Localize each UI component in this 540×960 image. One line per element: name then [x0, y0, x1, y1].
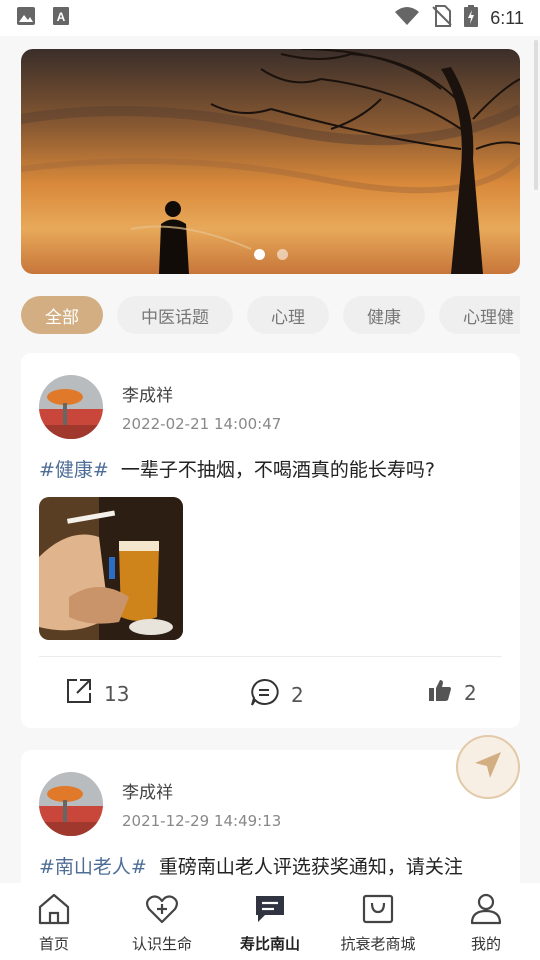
banner-carousel[interactable]: [21, 49, 520, 274]
carousel-dot[interactable]: [276, 249, 288, 260]
nav-label: 抗衰老商城: [340, 935, 416, 953]
tab-health[interactable]: 健康: [343, 296, 425, 334]
like-button[interactable]: 2: [428, 678, 477, 707]
topic-tag[interactable]: #健康#: [39, 459, 109, 481]
post-content[interactable]: #健康# 一辈子不抽烟，不喝酒真的能长寿吗?: [39, 455, 435, 482]
shopping-bag-icon: [361, 893, 395, 929]
bottom-nav: 首页 认识生命 寿比南山 抗衰老商城 我的: [0, 883, 540, 960]
navigation-arrow-icon: [473, 750, 503, 784]
avatar[interactable]: [39, 772, 103, 836]
image-icon: [16, 6, 36, 30]
author-name[interactable]: 李成祥: [122, 381, 173, 406]
svg-text:A: A: [57, 10, 66, 24]
post-content[interactable]: #南山老人# 重磅南山老人评选获奖通知，请关注: [39, 852, 463, 879]
nav-label: 首页: [38, 935, 69, 953]
author-name[interactable]: 李成祥: [122, 778, 173, 803]
user-icon: [469, 893, 503, 929]
post-title: 一辈子不抽烟，不喝酒真的能长寿吗?: [120, 459, 435, 481]
comment-button[interactable]: 2: [249, 678, 304, 711]
battery-charging-icon: [464, 5, 479, 31]
post-image[interactable]: [39, 497, 183, 640]
like-count: 2: [464, 680, 477, 705]
nav-label: 认识生命: [131, 935, 192, 953]
tab-mental-health[interactable]: 心理健: [439, 296, 520, 334]
post-title: 重磅南山老人评选获奖通知，请关注: [158, 856, 463, 878]
tab-psychology[interactable]: 心理: [247, 296, 329, 334]
share-count: 13: [104, 681, 130, 706]
comment-count: 2: [291, 682, 304, 707]
share-icon: [66, 678, 92, 709]
a-icon: A: [52, 6, 70, 30]
category-tabs: 全部 中医话题 心理 健康 心理健: [21, 296, 520, 334]
nav-mine[interactable]: 我的: [436, 893, 536, 954]
banner-image: [21, 49, 520, 274]
home-icon: [37, 893, 71, 929]
tab-all[interactable]: 全部: [21, 296, 103, 334]
status-time: 6:11: [490, 7, 524, 28]
topic-tag[interactable]: #南山老人#: [39, 856, 147, 878]
no-sim-icon: [432, 5, 453, 31]
scrollbar[interactable]: [534, 40, 538, 190]
heart-plus-icon: [145, 893, 179, 929]
comment-icon: [249, 678, 279, 711]
nav-know-life[interactable]: 认识生命: [112, 893, 212, 954]
post-time: 2022-02-21 14:00:47: [122, 415, 282, 433]
share-button[interactable]: 13: [66, 678, 129, 709]
nav-label: 我的: [470, 935, 501, 953]
post-time: 2021-12-29 14:49:13: [122, 812, 282, 830]
tab-tcm-topics[interactable]: 中医话题: [117, 296, 233, 334]
navigate-fab[interactable]: [456, 735, 520, 799]
chat-bubble-icon: [253, 893, 287, 929]
carousel-dot[interactable]: [253, 249, 265, 260]
thumbs-up-icon: [428, 678, 452, 707]
card-divider: [39, 656, 502, 657]
nav-anti-aging-mall[interactable]: 抗衰老商城: [328, 893, 428, 954]
avatar[interactable]: [39, 375, 103, 439]
post-card[interactable]: 李成祥 2022-02-21 14:00:47 #健康# 一辈子不抽烟，不喝酒真的…: [21, 353, 520, 728]
nav-label: 寿比南山: [239, 935, 300, 953]
status-bar: A 6:11: [0, 0, 540, 36]
nav-home[interactable]: 首页: [4, 893, 104, 954]
nav-longevity[interactable]: 寿比南山: [220, 893, 320, 954]
carousel-dots: [21, 249, 520, 260]
wifi-icon: [394, 6, 420, 30]
